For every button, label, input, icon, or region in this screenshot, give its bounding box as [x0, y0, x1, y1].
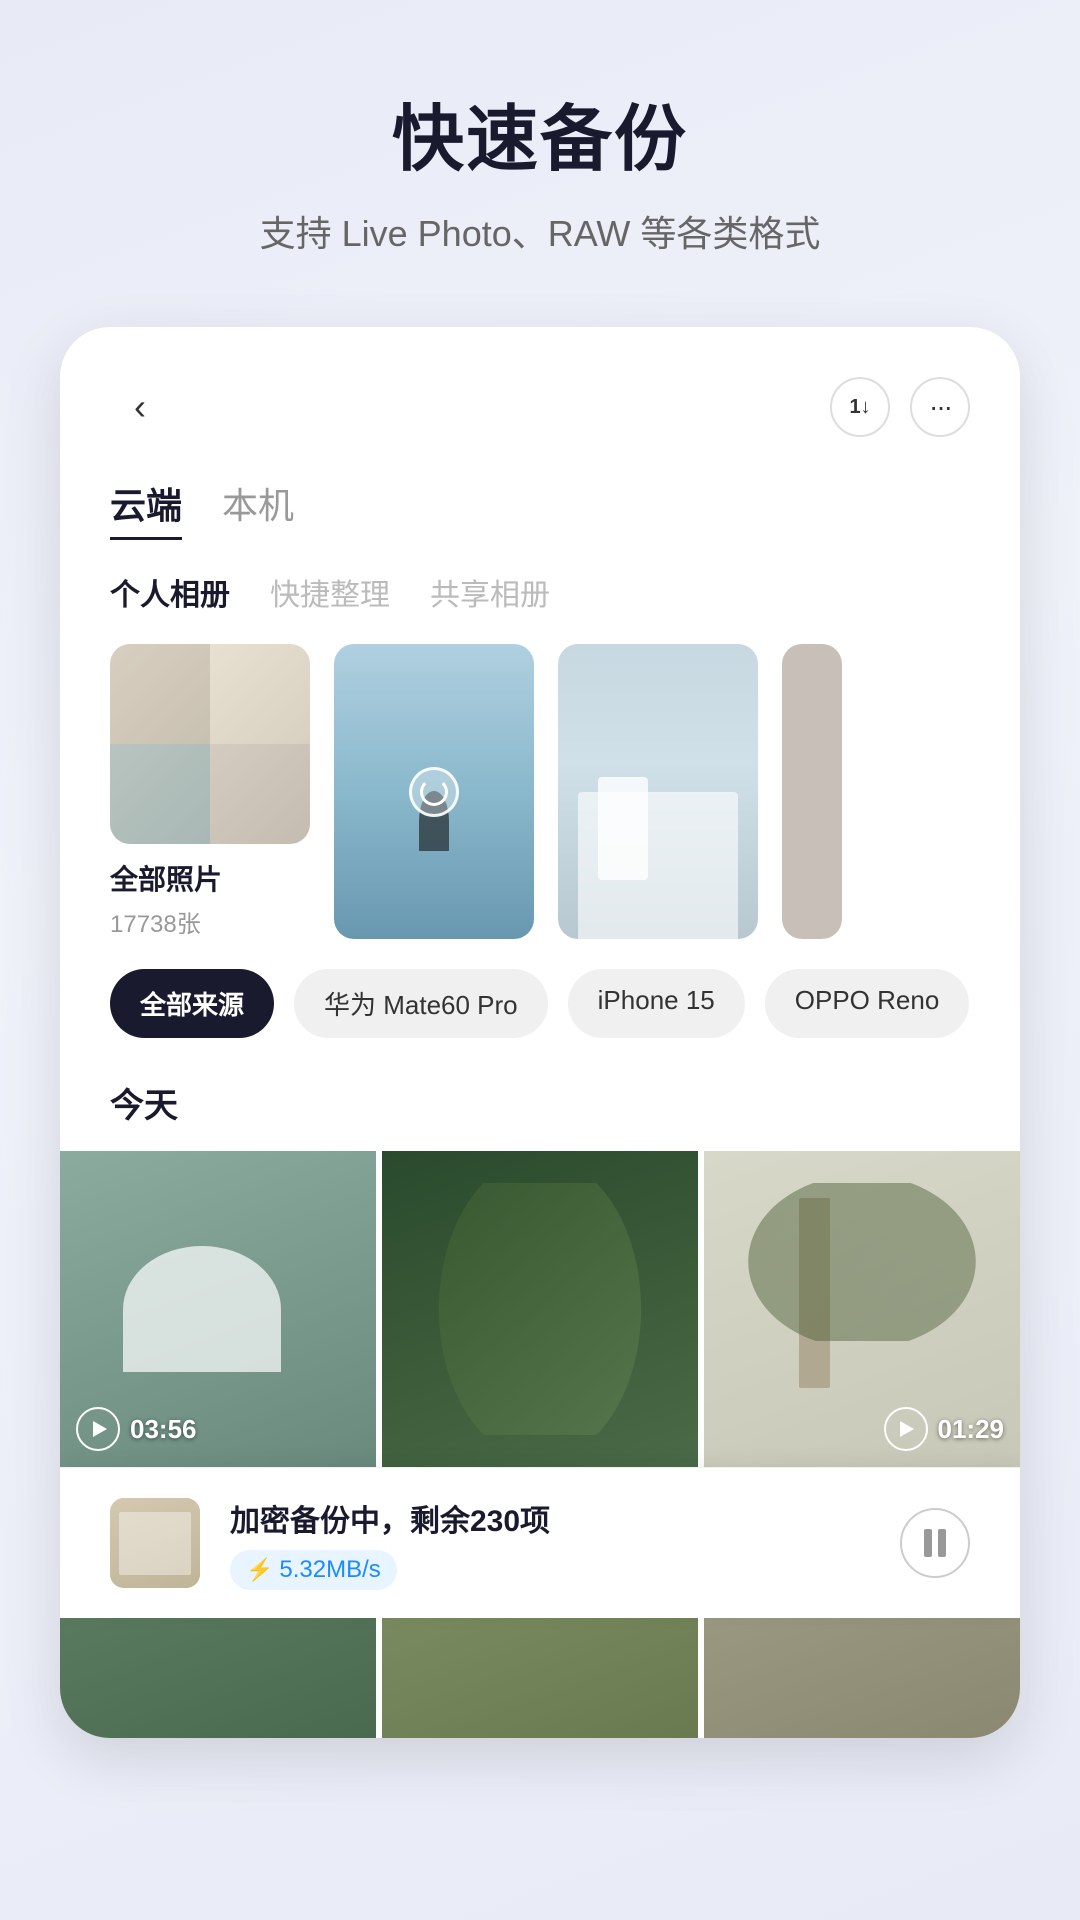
subtab-personal[interactable]: 个人相册 — [110, 570, 230, 614]
nav-actions: 1↓ ··· — [830, 377, 970, 437]
pause-button[interactable] — [900, 1508, 970, 1578]
album-thumbnail — [782, 644, 842, 939]
tab-cloud[interactable]: 云端 — [110, 477, 182, 540]
album-item[interactable] — [782, 644, 842, 939]
subtab-shared[interactable]: 共享相册 — [430, 570, 550, 614]
photo-cell[interactable] — [60, 1618, 376, 1738]
photo-cell[interactable]: 03:56 — [60, 1151, 376, 1467]
sub-tabs: 个人相册 快捷整理 共享相册 — [110, 570, 970, 614]
toast-speed: ⚡ 5.32MB/s — [230, 1550, 397, 1590]
toast-thumbnail — [110, 1498, 200, 1588]
sync-icon — [409, 767, 459, 817]
more-button[interactable]: ··· — [910, 377, 970, 437]
source-tag-iphone[interactable]: iPhone 15 — [568, 969, 745, 1038]
play-icon — [76, 1407, 120, 1451]
album-item[interactable]: 全部照片 17738张 — [110, 644, 310, 939]
photo-grid: 03:56 01:29 — [60, 1151, 1020, 1467]
more-icon: ··· — [929, 391, 951, 423]
backup-toast: 加密备份中，剩余230项 ⚡ 5.32MB/s — [60, 1467, 1020, 1618]
photo-cell[interactable] — [382, 1151, 698, 1467]
albums-row: 全部照片 17738张 海边 40张 家庭旅行 — [110, 644, 970, 939]
photo-cell[interactable] — [704, 1618, 1020, 1738]
video-duration: 01:29 — [884, 1407, 1005, 1451]
main-tabs: 云端 本机 — [110, 477, 970, 540]
sort-button[interactable]: 1↓ — [830, 377, 890, 437]
album-item[interactable]: 海边 40张 — [334, 644, 534, 939]
phone-card: ‹ 1↓ ··· 云端 本机 个人相册 快捷整理 共享相册 — [60, 327, 1020, 1738]
pause-icon — [924, 1529, 946, 1557]
page-header: 快速备份 支持 Live Photo、RAW 等各类格式 — [0, 0, 1080, 297]
page-subtitle: 支持 Live Photo、RAW 等各类格式 — [60, 205, 1020, 257]
album-thumbnail — [334, 644, 534, 939]
source-tag-all[interactable]: 全部来源 — [110, 969, 274, 1038]
toast-title: 加密备份中，剩余230项 — [230, 1496, 870, 1540]
back-chevron-icon: ‹ — [134, 386, 146, 428]
source-tag-oppo[interactable]: OPPO Reno — [765, 969, 970, 1038]
source-tags: 全部来源 华为 Mate60 Pro iPhone 15 OPPO Reno — [110, 969, 970, 1038]
top-nav: ‹ 1↓ ··· — [110, 377, 970, 437]
album-thumbnail — [110, 644, 310, 844]
lightning-icon: ⚡ — [246, 1557, 273, 1583]
album-count: 17738张 — [110, 904, 310, 939]
subtab-quick[interactable]: 快捷整理 — [270, 570, 390, 614]
play-icon — [884, 1407, 928, 1451]
source-tag-huawei[interactable]: 华为 Mate60 Pro — [294, 969, 548, 1038]
album-thumbnail — [558, 644, 758, 939]
date-label: 今天 — [110, 1078, 970, 1127]
photo-cell[interactable] — [382, 1618, 698, 1738]
page-title: 快速备份 — [60, 80, 1020, 185]
sort-icon: 1↓ — [849, 396, 870, 419]
bottom-row — [60, 1618, 1020, 1738]
back-button[interactable]: ‹ — [110, 377, 170, 437]
photo-cell[interactable]: 01:29 — [704, 1151, 1020, 1467]
tab-local[interactable]: 本机 — [222, 477, 294, 540]
toast-info: 加密备份中，剩余230项 ⚡ 5.32MB/s — [230, 1496, 870, 1590]
video-duration: 03:56 — [76, 1407, 197, 1451]
album-name: 全部照片 — [110, 858, 310, 898]
album-item[interactable]: 家庭旅行 1284张 — [558, 644, 758, 939]
